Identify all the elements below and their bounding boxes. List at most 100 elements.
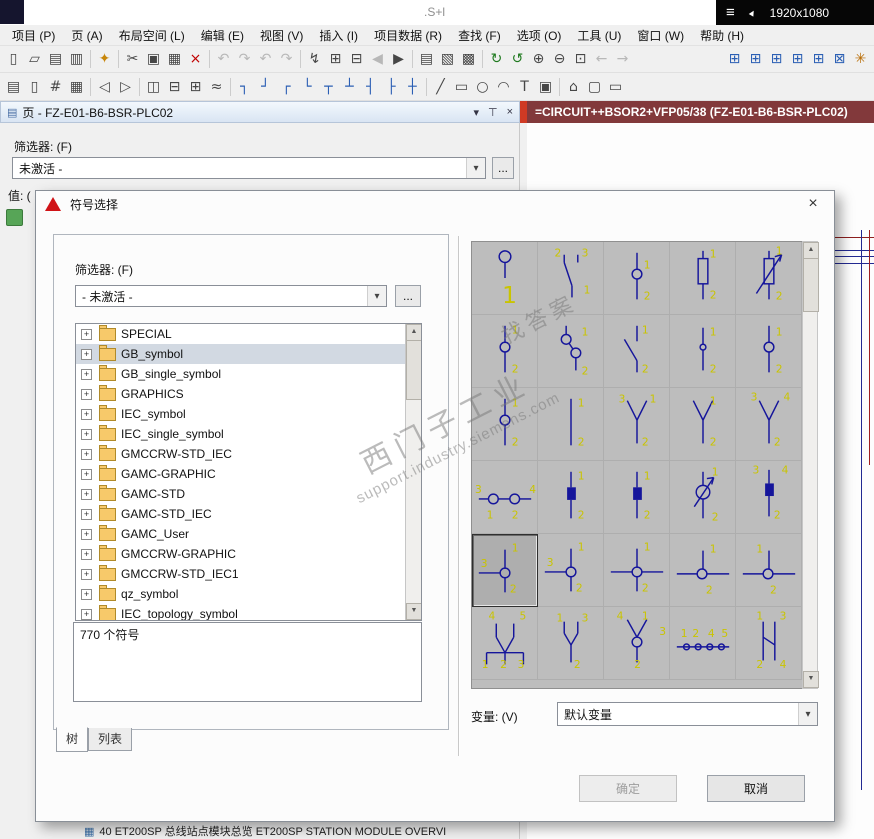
scroll-down-icon[interactable] <box>406 603 421 620</box>
panel-pin-icon[interactable]: ⊤ <box>488 106 498 119</box>
connection-t-left-icon[interactable]: ┤ <box>360 77 381 98</box>
symbol-cell-6[interactable]: 12 <box>538 315 604 388</box>
symbol-cell-27[interactable]: 4 13 2 <box>604 607 670 680</box>
menu-window[interactable]: 窗口 (W) <box>629 25 692 46</box>
combo-arrow-icon[interactable] <box>466 158 485 178</box>
scroll-down-icon[interactable] <box>803 671 819 688</box>
menu-find[interactable]: 查找 (F) <box>450 25 509 46</box>
symbol-cell-24[interactable]: 12 <box>736 534 802 607</box>
tree-item-GRAPHICS[interactable]: + GRAPHICS <box>76 384 405 404</box>
grid-size-a-icon[interactable]: ⊞ <box>745 49 766 70</box>
previous-device-icon[interactable]: ◁ <box>94 77 115 98</box>
terminal-strip-icon[interactable]: ⊟ <box>164 77 185 98</box>
expand-icon[interactable]: + <box>81 328 92 340</box>
tab-list[interactable]: 列表 <box>88 728 133 751</box>
expand-icon[interactable]: + <box>81 508 92 520</box>
update-connections-icon[interactable]: ↺ <box>507 49 528 70</box>
new-page-icon[interactable]: ▯ <box>3 49 24 70</box>
tree-item-GB_single_symbol[interactable]: + GB_single_symbol <box>76 364 405 384</box>
symbol-cell-18[interactable]: 12 <box>670 461 736 534</box>
tree-item-GMCCRW-STD_IEC[interactable]: + GMCCRW-STD_IEC <box>76 444 405 464</box>
insert-macro-icon[interactable]: ⊞ <box>325 49 346 70</box>
tree-item-GB_symbol[interactable]: + GB_symbol <box>76 344 405 364</box>
insert-window-macro-icon[interactable]: ⊟ <box>346 49 367 70</box>
scroll-up-icon[interactable] <box>406 324 421 341</box>
symbol-select-icon[interactable]: ⌂ <box>563 77 584 98</box>
scroll-up-icon[interactable] <box>803 242 819 259</box>
cancel-button[interactable]: 取消 <box>707 775 805 802</box>
symbol-cell-16[interactable]: 12 <box>538 461 604 534</box>
pages-filter-browse-button[interactable]: ... <box>492 157 514 179</box>
paste-icon[interactable]: ▦ <box>164 49 185 70</box>
line-tool-icon[interactable]: ╱ <box>430 77 451 98</box>
print-icon[interactable]: ▤ <box>45 49 66 70</box>
tree-item-SPECIAL[interactable]: + SPECIAL <box>76 324 405 344</box>
tree-item-GMCCRW-STD_IEC1[interactable]: + GMCCRW-STD_IEC1 <box>76 564 405 584</box>
symbol-cell-25[interactable]: 4 5 123 <box>472 607 538 680</box>
connection-cross-icon[interactable]: ┼ <box>402 77 423 98</box>
expand-icon[interactable]: + <box>81 408 92 420</box>
symbol-cell-10[interactable]: 12 <box>472 388 538 461</box>
connection-t-up-icon[interactable]: ┴ <box>339 77 360 98</box>
menu-utilities[interactable]: 工具 (U) <box>569 25 629 46</box>
variant-combobox[interactable]: 默认变量 <box>557 702 818 726</box>
expand-icon[interactable]: + <box>81 528 92 540</box>
symbol-cell-3[interactable]: 12 <box>670 242 736 315</box>
symbol-cell-22[interactable]: 12 <box>604 534 670 607</box>
panel-dropdown-icon[interactable]: ▾ <box>473 106 479 119</box>
symbol-cell-13[interactable]: 12 <box>670 388 736 461</box>
tree-item-IEC_symbol[interactable]: + IEC_symbol <box>76 404 405 424</box>
combo-arrow-icon[interactable] <box>798 703 817 725</box>
grid-display-icon[interactable]: ⊞ <box>724 49 745 70</box>
symbol-cell-5[interactable]: 12 <box>472 315 538 388</box>
connection-t-down-icon[interactable]: ┬ <box>318 77 339 98</box>
symbol-cell-7[interactable]: 12 <box>604 315 670 388</box>
page-numbering-icon[interactable]: # <box>45 77 66 98</box>
hamburger-menu-icon[interactable]: ≡ <box>726 4 735 21</box>
expand-icon[interactable]: + <box>81 368 92 380</box>
grid-size-b-icon[interactable]: ⊞ <box>766 49 787 70</box>
circle-tool-icon[interactable]: ○ <box>472 77 493 98</box>
dialog-close-button[interactable]: × <box>801 195 825 213</box>
new-subpage-icon[interactable]: ▯ <box>24 77 45 98</box>
text-tool-icon[interactable]: T <box>514 77 535 98</box>
dialog-titlebar[interactable]: 符号选择 × <box>36 191 834 217</box>
next-device-icon[interactable]: ▷ <box>115 77 136 98</box>
scroll-thumb[interactable] <box>406 340 421 400</box>
page-properties-icon[interactable]: ▤ <box>3 77 24 98</box>
expand-icon[interactable]: + <box>81 588 92 600</box>
device-navigator-icon[interactable]: ◫ <box>143 77 164 98</box>
image-tool-icon[interactable]: ▣ <box>535 77 556 98</box>
edit-properties-icon[interactable]: ▦ <box>66 77 87 98</box>
delete-icon[interactable]: × <box>185 49 206 70</box>
menu-edit[interactable]: 编辑 (E) <box>193 25 252 46</box>
cut-icon[interactable]: ✂ <box>122 49 143 70</box>
grid-size-c-icon[interactable]: ⊞ <box>787 49 808 70</box>
symbol-cell-4[interactable]: 12 <box>736 242 802 315</box>
expand-icon[interactable]: + <box>81 428 92 440</box>
symbol-cell-12[interactable]: 3 1 2 <box>604 388 670 461</box>
expand-icon[interactable]: + <box>81 448 92 460</box>
page-overview-icon[interactable]: ▩ <box>458 49 479 70</box>
menu-options[interactable]: 选项 (O) <box>509 25 570 46</box>
zoom-out-icon[interactable]: ⊖ <box>549 49 570 70</box>
combo-arrow-icon[interactable] <box>367 286 386 306</box>
symbol-cell-11[interactable]: 12 <box>538 388 604 461</box>
symbol-cell-28[interactable]: 1245 <box>670 607 736 680</box>
tree-item-GAMC_User[interactable]: + GAMC_User <box>76 524 405 544</box>
menu-view[interactable]: 视图 (V) <box>252 25 311 46</box>
expand-icon[interactable]: + <box>81 488 92 500</box>
design-mode-icon[interactable]: ✳ <box>850 49 871 70</box>
expand-icon[interactable]: + <box>81 388 92 400</box>
editor-tab-header[interactable]: =CIRCUIT++BSOR2+VFP05/38 (FZ-E01-B6-BSR-… <box>527 101 874 123</box>
symbol-cell-9[interactable]: 12 <box>736 315 802 388</box>
cable-navigator-icon[interactable]: ≈ <box>206 77 227 98</box>
symbol-cell-8[interactable]: 12 <box>670 315 736 388</box>
symbol-cell-23[interactable]: 12 <box>670 534 736 607</box>
structure-box-icon[interactable]: ▭ <box>605 77 626 98</box>
menu-layout-space[interactable]: 布局空间 (L) <box>111 25 193 46</box>
device-box-icon[interactable]: ▢ <box>584 77 605 98</box>
rectangle-tool-icon[interactable]: ▭ <box>451 77 472 98</box>
graphic-preview-icon[interactable]: ▧ <box>437 49 458 70</box>
menu-project[interactable]: 项目 (P) <box>4 25 63 46</box>
